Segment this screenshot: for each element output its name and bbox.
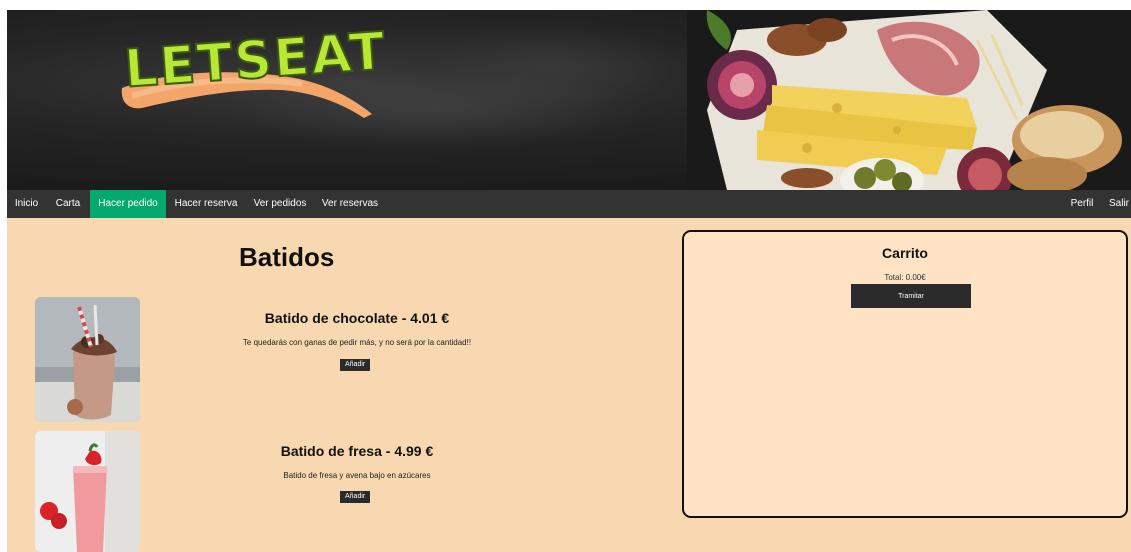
nav-ver-pedidos[interactable]: Ver pedidos	[246, 190, 314, 218]
product-name-fresa: Batido de fresa - 4.99 €	[280, 443, 434, 459]
product-image-chocolate	[35, 297, 140, 422]
product-name-chocolate: Batido de chocolate - 4.01 €	[264, 310, 450, 326]
checkout-button[interactable]: Tramitar	[851, 284, 971, 308]
svg-text:LETSEAT: LETSEAT	[122, 22, 388, 100]
nav-hacer-pedido[interactable]: Hacer pedido	[90, 190, 166, 218]
cart-total: Total: 0.00€	[884, 273, 926, 282]
header-banner: LETSEAT	[7, 10, 1131, 190]
section-title: Batidos	[239, 242, 335, 272]
letseat-logo[interactable]: LETSEAT	[102, 18, 402, 128]
nav-salir[interactable]: Salir	[1101, 190, 1131, 218]
food-board-image	[687, 10, 1131, 190]
add-button-fresa[interactable]: Añadir	[340, 491, 371, 503]
nav-hacer-reserva[interactable]: Hacer reserva	[166, 190, 246, 218]
add-button-chocolate[interactable]: Añadir	[340, 359, 371, 371]
product-desc-chocolate: Te quedarás con ganas de pedir más, y no…	[242, 338, 472, 347]
cart-title: Carrito	[882, 245, 928, 261]
nav-carta[interactable]: Carta	[46, 190, 90, 218]
main-navbar: Inicio Carta Hacer pedido Hacer reserva …	[7, 190, 1131, 218]
page: LETSEAT Inicio Carta Hacer pedido Hacer …	[7, 10, 1131, 552]
nav-inicio[interactable]: Inicio	[7, 190, 46, 218]
cart-panel: Carrito Total: 0.00€ Tramitar	[682, 230, 1128, 518]
nav-perfil[interactable]: Perfil	[1063, 190, 1101, 218]
product-image-fresa	[35, 431, 140, 552]
product-desc-fresa: Batido de fresa y avena bajo en azúcares	[283, 471, 431, 480]
nav-ver-reservas[interactable]: Ver reservas	[314, 190, 386, 218]
